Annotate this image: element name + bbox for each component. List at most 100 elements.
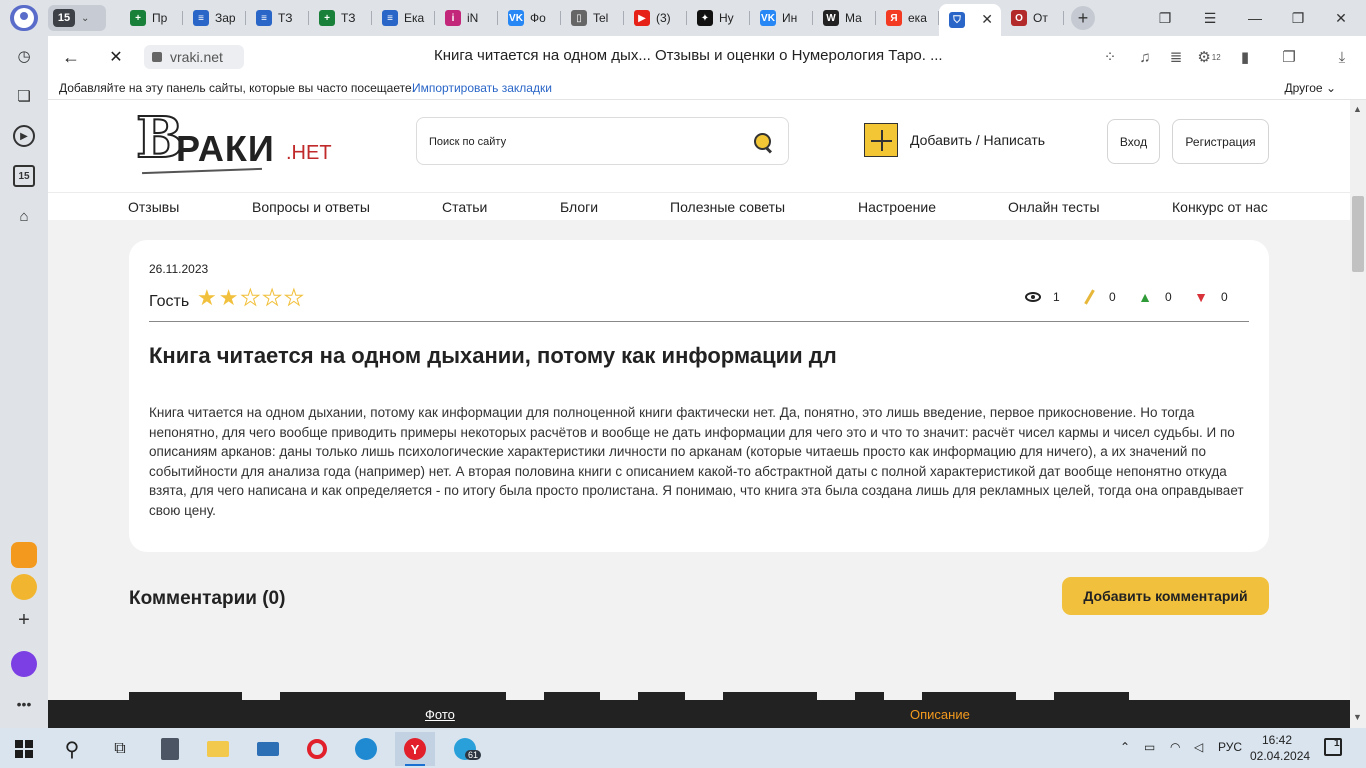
browser-tab[interactable]: VK Фо [498, 4, 561, 32]
search-taskbar-icon[interactable]: ⚲ [52, 732, 92, 766]
nav-item[interactable]: Полезные советы [670, 199, 785, 215]
nav-item[interactable]: Отзывы [128, 199, 179, 215]
photo-tab[interactable]: Фото [425, 707, 455, 722]
bookmark-icon[interactable]: ▮ [1234, 46, 1256, 68]
task-view-icon[interactable]: ⧉ [100, 732, 140, 766]
scroll-thumb[interactable] [1352, 196, 1364, 272]
extensions-icon[interactable]: ⚙ 12 [1197, 46, 1220, 68]
reader-icon[interactable]: ≣ [1165, 46, 1187, 68]
tab-label: Ну [719, 11, 734, 25]
start-button[interactable] [4, 732, 44, 766]
add-panel-icon[interactable]: + [13, 609, 35, 631]
docs-icon: ≡ [382, 10, 398, 26]
telegram-icon[interactable]: 61 [445, 732, 485, 766]
browser-tab[interactable]: ≡ ТЗ [246, 4, 309, 32]
edits-stat[interactable]: 0 [1081, 289, 1137, 305]
play-icon[interactable]: ▶ [13, 125, 35, 147]
like-stat[interactable]: ▲ 0 [1137, 289, 1193, 305]
messenger-app-icon[interactable] [11, 574, 37, 600]
minimize-button[interactable]: — [1240, 6, 1270, 30]
login-button[interactable]: Вход [1107, 119, 1160, 164]
browser-tab[interactable]: + Пр [120, 4, 183, 32]
file-explorer-icon[interactable] [198, 732, 238, 766]
w-icon: W [823, 10, 839, 26]
eye-icon [1025, 292, 1041, 302]
tab-group-button[interactable]: 15 ⌄ [48, 5, 106, 31]
other-bookmarks-button[interactable]: Другое ⌄ [1284, 81, 1336, 95]
browser-tab[interactable]: ▯ Tel [561, 4, 624, 32]
browser-tab[interactable]: i iN [435, 4, 498, 32]
close-tab-icon[interactable]: ✕ [981, 11, 993, 28]
telegram-badge: 61 [465, 750, 482, 760]
scroll-down-icon[interactable]: ▼ [1353, 712, 1362, 722]
browser-tab[interactable]: ✦ Ну [687, 4, 750, 32]
docs-icon: ≡ [193, 10, 209, 26]
add-comment-button[interactable]: Добавить комментарий [1062, 577, 1269, 615]
browser-tab[interactable]: VK Ин [750, 4, 813, 32]
new-tab-button[interactable]: + [1071, 6, 1095, 30]
history-icon[interactable]: ◷ [13, 45, 35, 67]
tab-label: (3) [656, 11, 671, 25]
nav-item[interactable]: Вопросы и ответы [252, 199, 370, 215]
browser-tab[interactable]: О От [1001, 4, 1064, 32]
volume-icon[interactable]: ◁ [1194, 740, 1203, 754]
site-logo[interactable]: В РАКИ .НЕТ [135, 109, 336, 178]
download-icon[interactable]: ⤓ [1331, 46, 1353, 68]
nav-item[interactable]: Настроение [858, 199, 936, 215]
alice-assistant-icon[interactable] [11, 651, 37, 677]
nav-item[interactable]: Статьи [442, 199, 487, 215]
opera-icon[interactable] [297, 732, 337, 766]
clock[interactable]: 16:42 02.04.2024 [1250, 732, 1310, 764]
nav-item[interactable]: Конкурс от нас [1172, 199, 1268, 215]
more-icon[interactable]: ••• [13, 693, 35, 715]
nav-item[interactable]: Блоги [560, 199, 598, 215]
language-indicator[interactable]: РУС [1218, 740, 1242, 754]
battery-icon[interactable]: ▭ [1144, 740, 1155, 754]
calculator-icon[interactable] [150, 732, 190, 766]
calendar-icon[interactable]: 15 [13, 165, 35, 187]
url-field[interactable]: vraki.net [144, 45, 244, 69]
import-bookmarks-link[interactable]: Импортировать закладки [412, 81, 552, 95]
headphones-icon[interactable]: ♫ [1134, 46, 1156, 68]
edge-icon[interactable] [346, 732, 386, 766]
mail-app-icon[interactable] [11, 542, 37, 568]
nav-item[interactable]: Онлайн тесты [1008, 199, 1100, 215]
restore-button[interactable]: ❐ [1283, 6, 1313, 30]
browser-tab[interactable]: ▶ (3) [624, 4, 687, 32]
star-empty-icon: ★ [283, 285, 304, 310]
stop-button[interactable]: ✕ [104, 45, 128, 69]
sidebar-toggle-icon[interactable]: ❐ [1278, 46, 1300, 68]
back-button[interactable]: ← [59, 45, 83, 69]
sheets-icon: + [319, 10, 335, 26]
yandex-browser-icon[interactable]: Y [395, 732, 435, 766]
collections-icon[interactable]: ❏ [13, 85, 35, 107]
browser-tab[interactable]: ≡ Ека [372, 4, 435, 32]
notifications-icon[interactable]: 1 [1324, 738, 1342, 756]
description-tab[interactable]: Описание [910, 707, 970, 722]
browser-tab[interactable]: ≡ Зар [183, 4, 246, 32]
laptop-app-icon[interactable] [248, 732, 288, 766]
page-scrollbar[interactable]: ▲ ▼ [1350, 100, 1366, 728]
browser-tab[interactable]: Яека [876, 4, 939, 32]
dislike-stat[interactable]: ▼ 0 [1193, 289, 1249, 305]
profile-button[interactable] [10, 5, 38, 31]
close-window-button[interactable]: ✕ [1326, 6, 1356, 30]
browser-tab[interactable]: + ТЗ [309, 4, 372, 32]
register-button[interactable]: Регистрация [1172, 119, 1269, 164]
browser-tab[interactable]: W Ма [813, 4, 876, 32]
screenshot-icon[interactable]: ⌂ [13, 205, 35, 227]
review-title: Книга читается на одном дыхании, потому … [149, 343, 837, 368]
apps-icon[interactable]: ⁘ [1099, 46, 1121, 68]
search-icon[interactable] [752, 131, 774, 153]
logo-text: РАКИ [176, 128, 275, 169]
tab-manager-icon[interactable]: ❐ [1150, 6, 1180, 30]
pencil-icon [1083, 289, 1095, 305]
scroll-up-icon[interactable]: ▲ [1353, 104, 1362, 114]
wifi-icon[interactable]: ◠ [1170, 740, 1180, 754]
menu-icon[interactable]: ☰ [1195, 6, 1225, 30]
search-input[interactable] [429, 132, 729, 152]
add-write-button[interactable]: Добавить / Написать [864, 123, 1045, 157]
browser-tab[interactable]: ⛉ ✕ [939, 4, 1001, 36]
tray-chevron-icon[interactable]: ⌃ [1120, 740, 1130, 754]
star-empty-icon: ★ [262, 285, 283, 310]
